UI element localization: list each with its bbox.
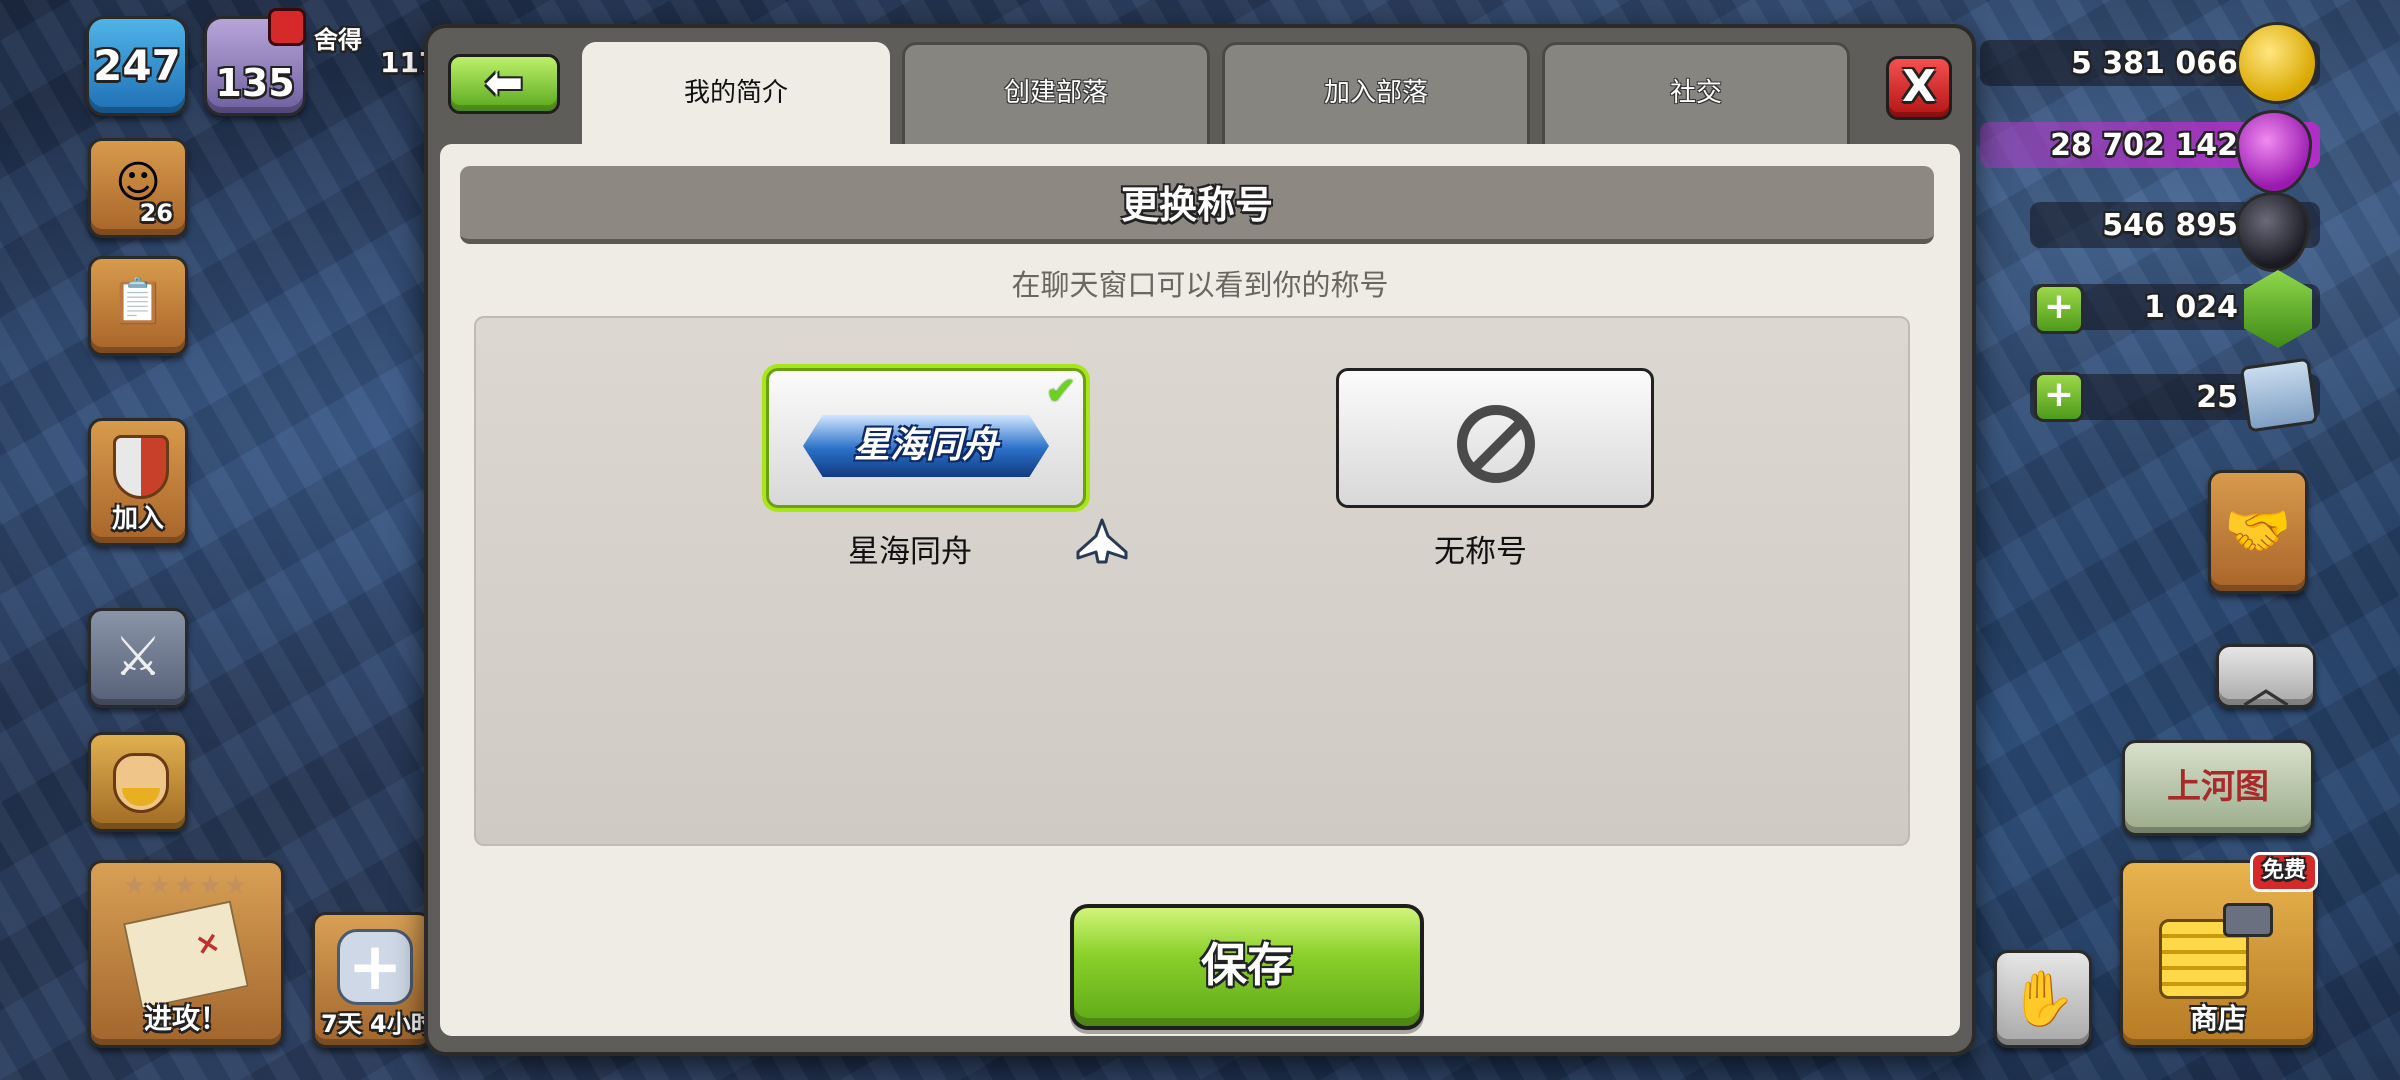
hammer-icon bbox=[2223, 903, 2273, 937]
gold-coin-icon bbox=[2236, 22, 2318, 104]
dark-elixir-value: 546 895 bbox=[2102, 208, 2238, 243]
title-card-none[interactable] bbox=[1336, 368, 1654, 508]
friends-button[interactable]: 🤝 bbox=[2208, 470, 2308, 594]
tab-social[interactable]: 社交 bbox=[1542, 42, 1850, 146]
title-list: 星海同舟 ✔ 星海同舟 无称号 bbox=[474, 316, 1910, 846]
tasks-button[interactable]: 📋 bbox=[88, 256, 188, 356]
profile-modal: ⬅ 我的简介 创建部落 加入部落 社交 X 更换称号 在聊天窗口可以看到你的称号… bbox=[424, 24, 1976, 1056]
buy-gems-plus-button[interactable]: + bbox=[2034, 284, 2084, 334]
event-banner-label: 上河图 bbox=[2167, 767, 2269, 807]
war-button[interactable]: ⚔ bbox=[88, 608, 188, 708]
barbarian-icon bbox=[113, 753, 169, 813]
profile-panel: 更换称号 在聊天窗口可以看到你的称号 星海同舟 ✔ 星海同舟 无称号 保存 bbox=[440, 144, 1960, 1036]
attack-button[interactable]: ★★★★★ 进攻！ bbox=[88, 860, 284, 1048]
checkmark-icon: ✔ bbox=[1045, 369, 1077, 413]
gems-value: 1 024 bbox=[2144, 290, 2238, 325]
crossed-swords-icon: ⚔ bbox=[113, 625, 163, 688]
back-button[interactable]: ⬅ bbox=[448, 54, 560, 114]
event-banner-button[interactable]: 上河图 bbox=[2122, 740, 2314, 836]
title-banner-text: 星海同舟 bbox=[853, 425, 998, 466]
builder-count: 26 bbox=[139, 199, 173, 227]
trophy-level-value: 135 bbox=[215, 61, 295, 105]
buy-tickets-plus-button[interactable]: + bbox=[2034, 372, 2084, 422]
elixir-value: 28 702 142 bbox=[2050, 128, 2238, 163]
move-hand-icon: ✋ bbox=[2009, 967, 2077, 1030]
free-badge: 免费 bbox=[2250, 852, 2318, 892]
clan-shield-icon bbox=[113, 435, 169, 499]
xp-level-value: 247 bbox=[93, 41, 181, 90]
clipboard-icon: 📋 bbox=[110, 276, 166, 327]
attack-map-icon bbox=[123, 900, 249, 1010]
save-button[interactable]: 保存 bbox=[1070, 904, 1424, 1030]
title-label-none: 无称号 bbox=[1434, 534, 1527, 570]
attack-label: 进攻！ bbox=[143, 1002, 228, 1035]
change-title-header: 更换称号 bbox=[460, 166, 1934, 244]
back-arrow-icon: ⬅ bbox=[484, 55, 524, 109]
builder-button[interactable]: ☺ 26 bbox=[88, 138, 188, 238]
join-clan-label: 加入 bbox=[111, 504, 164, 534]
edit-layout-button[interactable]: ✋ bbox=[1994, 950, 2092, 1048]
tab-join-clan[interactable]: 加入部落 bbox=[1222, 42, 1530, 146]
tickets-value: 25 bbox=[2196, 380, 2238, 415]
handshake-icon: 🤝 bbox=[2224, 499, 2292, 562]
title-label-xinghai: 星海同舟 bbox=[848, 534, 972, 570]
change-title-subtitle: 在聊天窗口可以看到你的称号 bbox=[1011, 268, 1389, 302]
collapse-button[interactable]: ︿ bbox=[2216, 644, 2316, 715]
close-button[interactable]: X bbox=[1886, 56, 1952, 120]
attack-stars: ★★★★★ bbox=[122, 871, 250, 901]
army-button[interactable] bbox=[88, 732, 188, 832]
tab-my-profile[interactable]: 我的简介 bbox=[582, 42, 890, 152]
boost-button[interactable]: 7天 4小时 bbox=[312, 912, 435, 1048]
shop-label: 商店 bbox=[2189, 1002, 2246, 1035]
join-clan-button[interactable]: 加入 bbox=[88, 418, 188, 546]
ticket-icon bbox=[2239, 357, 2319, 433]
chevron-up-icon: ︿ bbox=[2241, 659, 2290, 715]
title-card-xinghai[interactable]: 星海同舟 ✔ bbox=[766, 368, 1086, 508]
spaceship-icon bbox=[1076, 518, 1128, 564]
no-entry-icon bbox=[1457, 405, 1535, 483]
xp-level-badge[interactable]: 247 bbox=[86, 16, 188, 116]
tab-create-clan[interactable]: 创建部落 bbox=[902, 42, 1210, 146]
notification-dot bbox=[268, 8, 306, 46]
gold-value: 5 381 066 bbox=[2070, 46, 2238, 81]
boost-timer: 7天 4小时 bbox=[321, 1010, 435, 1038]
player-name: 舍得 bbox=[314, 26, 362, 54]
shield-plus-icon bbox=[337, 928, 413, 1005]
